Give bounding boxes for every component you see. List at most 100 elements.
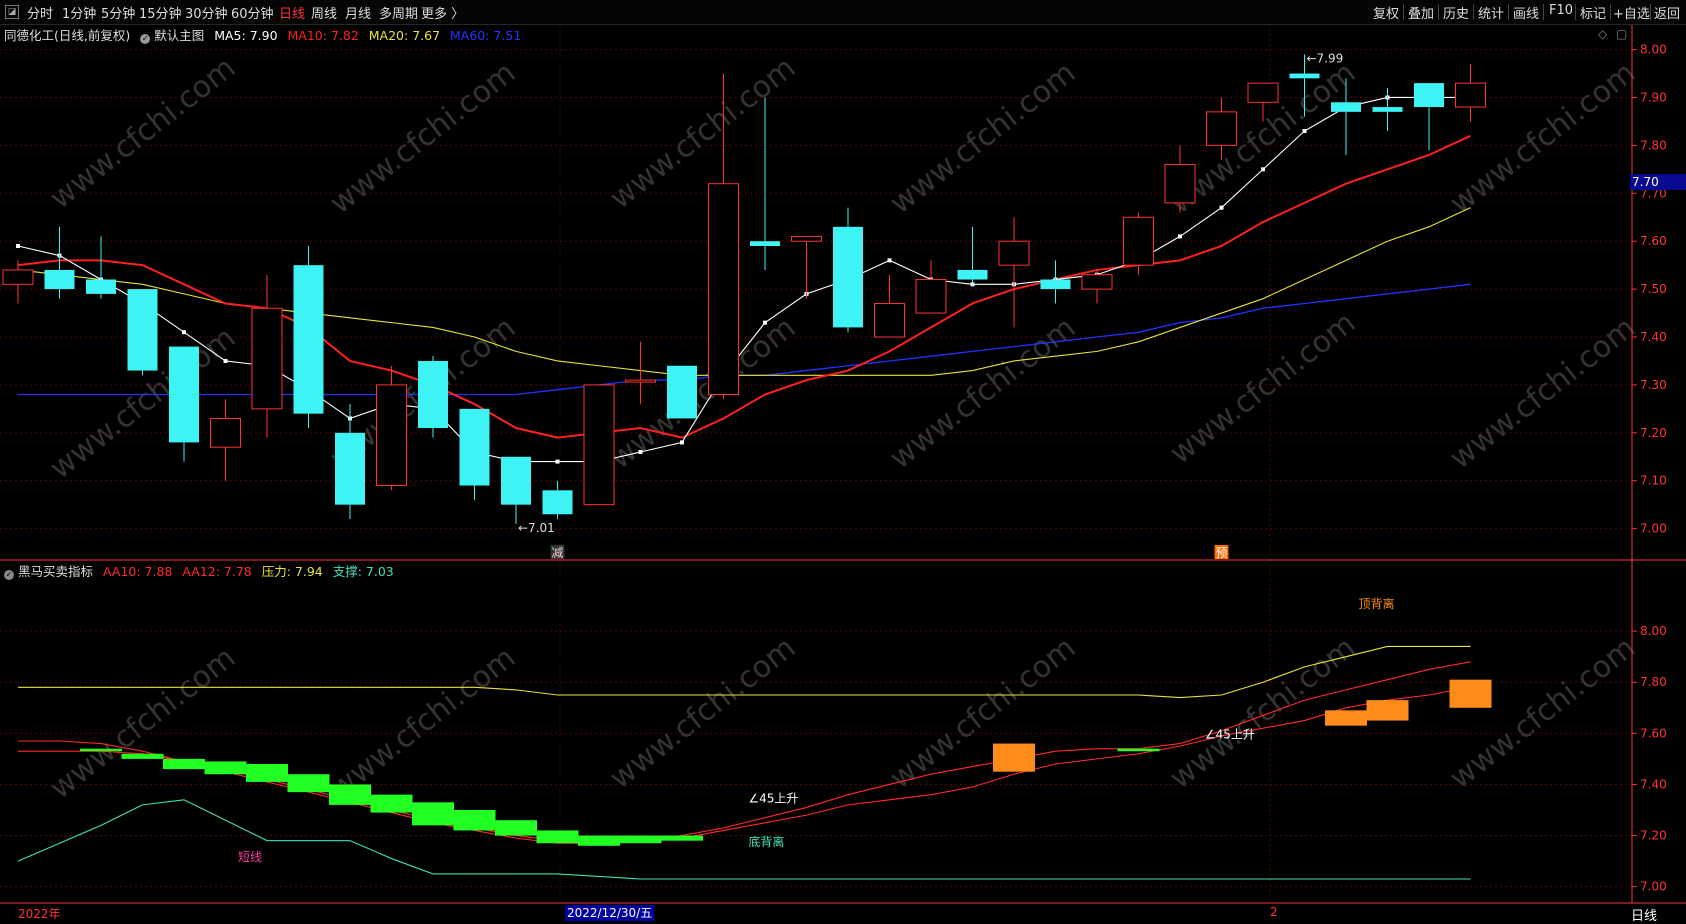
collapse-icon[interactable]: ◪ — [5, 5, 19, 19]
ma5-point — [16, 243, 20, 248]
candle-body — [542, 490, 573, 515]
candle-body — [44, 269, 75, 290]
ma10-value: MA10: 7.82 — [287, 28, 359, 43]
candle-body — [1247, 82, 1279, 103]
indicator-tick-label: 7.20 — [1640, 829, 1667, 843]
candle-body — [667, 365, 697, 419]
candle-body — [86, 279, 116, 294]
indicator-tick-label: 7.00 — [1640, 880, 1667, 894]
candle-body — [127, 289, 158, 371]
bearish-bar — [536, 830, 579, 844]
low-price-label: ←7.01 — [518, 521, 555, 535]
main-tick-label: 7.20 — [1640, 426, 1667, 440]
indicator-annotation: 顶背离 — [1358, 596, 1394, 611]
bullish-bar — [993, 743, 1035, 772]
watermark-text: www.cfchi.com — [883, 55, 1082, 221]
candle-body — [501, 456, 531, 505]
add-watchlist-button[interactable]: +自选 — [1613, 3, 1650, 22]
candle-body — [1164, 164, 1196, 204]
ma5-point — [555, 459, 560, 464]
tab-5min[interactable]: 5分钟 — [101, 3, 135, 22]
ma5-point — [763, 320, 767, 325]
candle-body — [459, 408, 490, 486]
support-value: 支撑: 7.03 — [332, 564, 394, 579]
ma5-point — [1302, 129, 1307, 134]
watermark-text: www.cfchi.com — [43, 640, 242, 806]
tab-more[interactable]: 更多 〉 — [421, 3, 464, 22]
watermark-text: www.cfchi.com — [1163, 305, 1362, 471]
candle-body — [293, 265, 324, 414]
candle-body — [833, 226, 863, 328]
bullish-bar — [1449, 679, 1492, 708]
watermark-text: www.cfchi.com — [1443, 310, 1642, 476]
candle-body — [750, 241, 780, 246]
tab-30min[interactable]: 30分钟 — [185, 3, 228, 22]
f10-button[interactable]: F10 — [1549, 3, 1573, 18]
candle-body — [335, 432, 365, 505]
template-label[interactable]: 默认主图 — [154, 28, 204, 43]
ma5-point — [182, 330, 186, 335]
bearish-bar — [495, 820, 537, 836]
ma5-value: MA5: 7.90 — [214, 28, 278, 43]
diamond-icon[interactable]: ◇ — [1598, 27, 1607, 41]
watermark-text: www.cfchi.com — [1443, 630, 1642, 796]
main-tick-label: 7.30 — [1640, 378, 1667, 392]
tab-multi-period[interactable]: 多周期 — [379, 3, 418, 22]
mark-button[interactable]: 标记 — [1580, 3, 1606, 22]
high-price-label: ←7.99 — [1307, 51, 1344, 65]
tab-fenshi[interactable]: 分时 — [27, 3, 53, 22]
bearish-bar — [619, 835, 662, 844]
signal-marker-label: 预 — [1215, 546, 1227, 560]
toolbar: ◪ 分时 1分钟 5分钟 15分钟 30分钟 60分钟 日线 周线 月线 多周期… — [0, 0, 1686, 25]
candle-body — [791, 235, 822, 242]
main-tick-label: 7.00 — [1640, 522, 1667, 536]
restore-rights-button[interactable]: 复权 — [1373, 3, 1399, 22]
tab-daily[interactable]: 日线 — [279, 3, 305, 22]
candle-body — [1289, 73, 1320, 79]
main-tick-label: 7.10 — [1640, 474, 1667, 488]
watermark-text: www.cfchi.com — [603, 310, 802, 476]
indicator-annotation: 底背离 — [748, 834, 784, 849]
candle-body — [251, 307, 283, 410]
indicator-tick-label: 8.00 — [1640, 624, 1667, 638]
statistics-button[interactable]: 统计 — [1478, 3, 1504, 22]
ma5-point — [887, 258, 892, 263]
status-date: 2022/12/30/五 — [565, 905, 655, 921]
status-year: 2022年 — [18, 907, 61, 921]
main-tick-label: 7.80 — [1640, 138, 1667, 152]
watermark-text: www.cfchi.com — [883, 310, 1082, 476]
indicator-annotation: ∠45上升 — [748, 791, 798, 805]
tab-weekly[interactable]: 周线 — [311, 3, 337, 22]
bullish-bar — [1366, 700, 1409, 721]
draw-line-button[interactable]: 画线 — [1513, 3, 1539, 22]
bearish-bar — [1117, 748, 1160, 752]
candle-body — [583, 384, 615, 506]
bearish-bar — [412, 802, 454, 826]
history-button[interactable]: 历史 — [1443, 3, 1469, 22]
watermark-text: www.cfchi.com — [323, 640, 522, 806]
candle-body — [708, 183, 739, 395]
overlay-button[interactable]: 叠加 — [1408, 3, 1434, 22]
current-price-tag: 7.70 — [1630, 174, 1686, 190]
main-chart-legend: 同德化工(日线,前复权) ✓ 默认主图 MA5: 7.90 MA10: 7.82 … — [4, 25, 527, 44]
chevron-down-icon[interactable]: ✓ — [4, 570, 14, 580]
chart-canvas[interactable]: www.cfchi.com www.cfchi.com www.cfchi.com w… — [0, 0, 1686, 924]
indicator-name[interactable]: 黑马买卖指标 — [18, 564, 93, 579]
indicator-annotation: 短线 — [238, 850, 262, 864]
tab-15min[interactable]: 15分钟 — [139, 3, 182, 22]
bearish-bar — [578, 835, 620, 846]
candle-body — [957, 269, 988, 280]
status-period[interactable]: 日线 — [1631, 905, 1657, 924]
indicator-tick-label: 7.40 — [1640, 777, 1667, 791]
main-tick-label: 7.50 — [1640, 282, 1667, 296]
window-icon[interactable]: ▢ — [1616, 27, 1627, 41]
back-button[interactable]: 返回 — [1654, 3, 1680, 22]
tab-monthly[interactable]: 月线 — [345, 3, 371, 22]
main-tick-label: 7.90 — [1640, 90, 1667, 104]
candle-body — [1414, 83, 1444, 108]
candle-body — [874, 302, 905, 338]
tab-1min[interactable]: 1分钟 — [62, 3, 96, 22]
main-tick-label: 7.60 — [1640, 234, 1667, 248]
tab-60min[interactable]: 60分钟 — [231, 3, 274, 22]
bearish-bar — [287, 774, 330, 793]
